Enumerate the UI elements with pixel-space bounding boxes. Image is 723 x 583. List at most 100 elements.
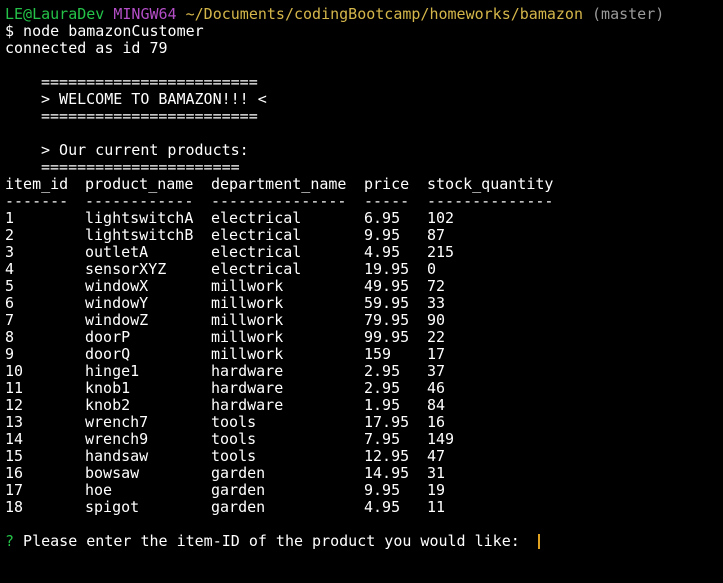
cell-stock-quantity: 215	[427, 243, 455, 261]
cell-product-name: lightswitchA	[85, 209, 194, 227]
dash-product-name: ------------	[85, 192, 194, 210]
dash-item-id: -------	[5, 192, 69, 210]
cell-price: 4.95	[364, 498, 401, 516]
table-row: 15 handsaw tools 12.95 47	[5, 448, 723, 465]
cell-product-name: hoe	[85, 481, 113, 499]
cell-product-name: windowX	[85, 277, 149, 295]
cell-department-name: tools	[211, 430, 257, 448]
git-branch: (master)	[592, 5, 665, 23]
cell-price: 99.95	[364, 328, 410, 346]
cell-item-id: 16	[5, 464, 24, 482]
cell-department-name: millwork	[211, 277, 284, 295]
cell-product-name: windowY	[85, 294, 149, 312]
cell-price: 9.95	[364, 481, 401, 499]
cell-price: 1.95	[364, 396, 401, 414]
cell-department-name: garden	[211, 464, 266, 482]
table-row: 12 knob2 hardware 1.95 84	[5, 397, 723, 414]
cell-item-id: 6	[5, 294, 15, 312]
dash-stock-quantity: --------------	[427, 192, 554, 210]
table-row: 2 lightswitchB electrical 9.95 87	[5, 227, 723, 244]
cell-price: 17.95	[364, 413, 410, 431]
shell-name: MINGW64	[113, 5, 177, 23]
cell-stock-quantity: 17	[427, 345, 446, 363]
banner-top-border: ========================	[41, 73, 258, 91]
cell-product-name: bowsaw	[85, 464, 140, 482]
cell-product-name: wrench9	[85, 430, 149, 448]
header-price: price	[364, 175, 410, 193]
cell-stock-quantity: 46	[427, 379, 446, 397]
welcome-banner: > WELCOME TO BAMAZON!!! <	[41, 90, 267, 108]
cell-department-name: millwork	[211, 328, 284, 346]
table-row: 11 knob1 hardware 2.95 46	[5, 380, 723, 397]
table-row: 13 wrench7 tools 17.95 16	[5, 414, 723, 431]
cell-stock-quantity: 84	[427, 396, 446, 414]
cell-product-name: knob2	[85, 396, 131, 414]
table-row: 16 bowsaw garden 14.95 31	[5, 465, 723, 482]
cell-department-name: millwork	[211, 345, 284, 363]
table-row: 1 lightswitchA electrical 6.95 102	[5, 210, 723, 227]
cell-item-id: 10	[5, 362, 24, 380]
cell-department-name: electrical	[211, 243, 302, 261]
cell-product-name: sensorXYZ	[85, 260, 167, 278]
cell-product-name: lightswitchB	[85, 226, 194, 244]
cell-item-id: 17	[5, 481, 24, 499]
cell-department-name: garden	[211, 498, 266, 516]
cell-department-name: millwork	[211, 294, 284, 312]
cell-stock-quantity: 33	[427, 294, 446, 312]
cell-department-name: hardware	[211, 362, 284, 380]
cell-item-id: 14	[5, 430, 24, 448]
cell-price: 7.95	[364, 430, 401, 448]
cell-price: 19.95	[364, 260, 410, 278]
table-row: 6 windowY millwork 59.95 33	[5, 295, 723, 312]
cell-product-name: handsaw	[85, 447, 149, 465]
table-row: 8 doorP millwork 99.95 22	[5, 329, 723, 346]
table-body: 1 lightswitchA electrical 6.95 102 2 lightswit…	[5, 210, 723, 516]
cell-stock-quantity: 16	[427, 413, 446, 431]
cell-item-id: 8	[5, 328, 15, 346]
products-heading: > Our current products:	[41, 141, 249, 159]
cell-price: 2.95	[364, 379, 401, 397]
table-row: 4 sensorXYZ electrical 19.95 0	[5, 261, 723, 278]
cell-stock-quantity: 31	[427, 464, 446, 482]
text-cursor[interactable]	[537, 534, 540, 549]
cell-department-name: tools	[211, 447, 257, 465]
cell-price: 14.95	[364, 464, 410, 482]
cell-item-id: 15	[5, 447, 24, 465]
table-row: 7 windowZ millwork 79.95 90	[5, 312, 723, 329]
user-host: LE@LauraDev	[5, 5, 105, 23]
question-prompt[interactable]: ? Please enter the item-ID of the produc…	[5, 533, 723, 550]
cell-item-id: 5	[5, 277, 15, 295]
cell-product-name: spigot	[85, 498, 140, 516]
cell-item-id: 11	[5, 379, 24, 397]
cell-stock-quantity: 37	[427, 362, 446, 380]
table-dash-row: ------- ------------ --------------- ---…	[5, 193, 723, 210]
cell-price: 6.95	[364, 209, 401, 227]
current-path: ~/Documents/codingBootcamp/homeworks/bam…	[185, 5, 583, 23]
cell-department-name: hardware	[211, 379, 284, 397]
cell-department-name: electrical	[211, 209, 302, 227]
table-row: 9 doorQ millwork 159 17	[5, 346, 723, 363]
cell-stock-quantity: 90	[427, 311, 446, 329]
cell-department-name: tools	[211, 413, 257, 431]
cell-item-id: 12	[5, 396, 24, 414]
cell-price: 79.95	[364, 311, 410, 329]
table-row: 3 outletA electrical 4.95 215	[5, 244, 723, 261]
cell-item-id: 9	[5, 345, 15, 363]
table-row: 14 wrench9 tools 7.95 149	[5, 431, 723, 448]
cell-stock-quantity: 102	[427, 209, 455, 227]
cell-department-name: hardware	[211, 396, 284, 414]
cell-stock-quantity: 72	[427, 277, 446, 295]
table-row: 18 spigot garden 4.95 11	[5, 499, 723, 516]
cell-stock-quantity: 19	[427, 481, 446, 499]
connection-status: connected as id 79	[5, 39, 168, 57]
cell-price: 9.95	[364, 226, 401, 244]
cell-price: 49.95	[364, 277, 410, 295]
cell-product-name: outletA	[85, 243, 149, 261]
header-stock-quantity: stock_quantity	[427, 175, 554, 193]
cell-product-name: hinge1	[85, 362, 140, 380]
prompt-line: LE@LauraDev MINGW64 ~/Documents/codingBo…	[5, 6, 723, 23]
dash-price: -----	[364, 192, 410, 210]
terminal-window[interactable]: LE@LauraDev MINGW64 ~/Documents/codingBo…	[0, 0, 723, 583]
